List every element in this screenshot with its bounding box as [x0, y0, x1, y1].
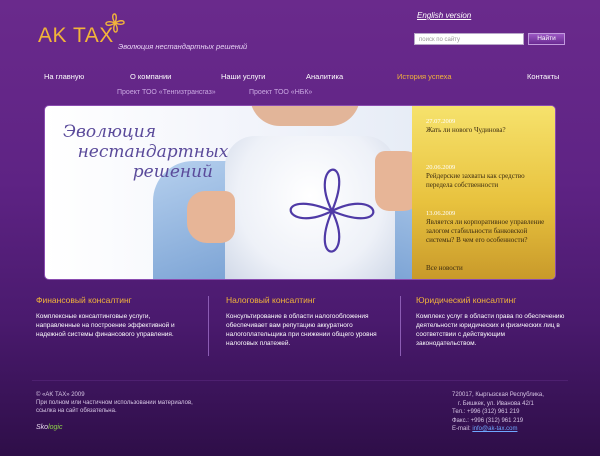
developer-logo-part1: Sko	[36, 424, 49, 431]
hero-chin	[250, 106, 360, 126]
phone: Тел.: +996 (312) 961 219	[452, 409, 520, 415]
news-title[interactable]: Рейдерские захваты как средство передела…	[426, 172, 551, 190]
all-news-link[interactable]: Все новости	[426, 264, 463, 272]
hero-banner: Эволюция нестандартных решений 27.07.200…	[44, 105, 556, 280]
clover-logo-icon	[105, 13, 125, 33]
search-button[interactable]: Найти	[528, 33, 565, 45]
news-title[interactable]: Жать ли нового Чудинова?	[426, 126, 551, 135]
usage-note-line2: ссылка на сайт обязательна.	[36, 408, 117, 414]
legal-consulting-title[interactable]: Юридический консалтинг	[416, 295, 516, 305]
hero-title-line2: нестандартных	[77, 142, 229, 162]
nav-item-home[interactable]: На главную	[44, 72, 84, 81]
email-row: E-mail: info@ak-tax.com	[452, 425, 572, 434]
news-date: 13.06.2009	[426, 210, 456, 217]
news-panel: 27.07.2009 Жать ли нового Чудинова? 20.0…	[412, 106, 555, 279]
footer-contacts: 720017, Кыргызская Республика, г. Бишкек…	[452, 391, 572, 434]
column-divider	[400, 296, 401, 356]
footer-divider	[32, 380, 568, 381]
developer-logo-part2: logic	[48, 424, 63, 431]
clover-logo-icon	[289, 168, 375, 253]
subnav-item-nbk[interactable]: Проект ТОО «НБК»	[249, 89, 312, 96]
tax-consulting-title[interactable]: Налоговый консалтинг	[226, 295, 316, 305]
nav-item-services[interactable]: Наши услуги	[221, 72, 265, 81]
hero-title-line3: решений	[132, 162, 213, 182]
nav-item-contacts[interactable]: Контакты	[527, 72, 559, 81]
news-item[interactable]: 13.06.2009 Является ли корпоративное упр…	[426, 210, 551, 245]
footer-left: © «AK TAX» 2009 При полном или частичном…	[36, 391, 193, 415]
address-line1: 720017, Кыргызская Республика,	[452, 392, 544, 398]
english-version-link[interactable]: English version	[417, 11, 471, 20]
news-item[interactable]: 27.07.2009 Жать ли нового Чудинова?	[426, 118, 551, 135]
search-input[interactable]: поиск по сайту	[414, 33, 524, 45]
subnav-item-tengiz[interactable]: Проект ТОО «Тенгизтрансгаз»	[117, 89, 216, 96]
legal-consulting-text: Комплекс услуг в области права по обеспе…	[416, 313, 565, 347]
news-date: 27.07.2009	[426, 118, 456, 125]
usage-note-line1: При полном или частичном использовании м…	[36, 400, 193, 406]
tagline: Эволюция нестандартных решений	[118, 42, 248, 51]
developer-logo[interactable]: Skologic	[36, 424, 62, 431]
copyright: © «AK TAX» 2009	[36, 392, 85, 398]
email-link[interactable]: info@ak-tax.com	[472, 426, 517, 432]
hero-title-line1: Эволюция	[63, 122, 156, 142]
address-line2: г. Бишкек, ул. Иванова 42/1	[458, 400, 534, 407]
hero-title: Эволюция нестандартных решений	[63, 122, 243, 182]
tax-consulting-text: Консультирование в области налогообложен…	[226, 313, 377, 347]
hero-hand-left	[187, 191, 235, 243]
column-divider	[208, 296, 209, 356]
nav-item-about[interactable]: О компании	[130, 72, 171, 81]
nav-item-success-stories[interactable]: История успеха	[397, 72, 452, 81]
nav-item-analytics[interactable]: Аналитика	[306, 72, 343, 81]
news-date: 20.06.2009	[426, 164, 456, 171]
email-label: E-mail:	[452, 426, 471, 432]
financial-consulting-text: Комплексные консалтинговые услуги, напра…	[36, 313, 175, 338]
fax: Факс.: +996 (312) 961 219	[452, 417, 524, 424]
news-item[interactable]: 20.06.2009 Рейдерские захваты как средст…	[426, 164, 551, 190]
financial-consulting-title[interactable]: Финансовый консалтинг	[36, 295, 132, 305]
news-title[interactable]: Является ли корпоративное управление зал…	[426, 218, 551, 245]
